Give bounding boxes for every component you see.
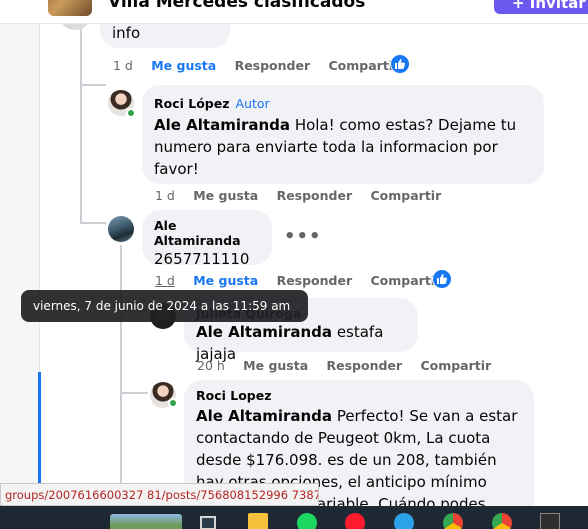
timestamp-tooltip: viernes, 7 de junio de 2024 a las 11:59 …	[21, 290, 308, 322]
comment-text: 2657711110	[154, 250, 250, 268]
share-button[interactable]: Compartir	[329, 58, 400, 73]
comment-text: Ale Altamiranda Hola! como estas? Dejame…	[154, 114, 532, 180]
spotify-icon[interactable]	[297, 513, 317, 529]
comment-actions: 1 d Me gusta Responder Compartir	[155, 273, 455, 288]
comment-author[interactable]: Ale Altamiranda	[154, 218, 260, 248]
group-name[interactable]: Villa Mercedes clasificados	[108, 0, 365, 12]
comment-text: info	[112, 24, 141, 42]
comment-time[interactable]: 1 d	[155, 273, 175, 288]
online-dot	[168, 398, 178, 408]
thread-line	[80, 24, 82, 224]
taskbar	[0, 506, 588, 529]
scroll-indicator	[38, 372, 41, 487]
thread-line	[120, 245, 122, 495]
comment-author[interactable]: Roci Lopez	[196, 388, 522, 403]
taskbar-widget-icon[interactable]	[110, 514, 182, 529]
share-button[interactable]: Compartir	[371, 273, 442, 288]
like-button[interactable]: Me gusta	[193, 273, 258, 288]
file-explorer-icon[interactable]	[248, 513, 268, 529]
invite-button[interactable]: + Invitar	[494, 0, 588, 14]
like-button[interactable]: Me gusta	[243, 358, 308, 373]
share-button[interactable]: Compartir	[420, 358, 491, 373]
comment-actions: 1 d Me gusta Responder Compartir	[155, 188, 455, 203]
author-badge: Autor	[235, 96, 270, 111]
reply-button[interactable]: Responder	[277, 273, 353, 288]
comment-actions: 1 d Me gusta Responder Compartir	[113, 58, 413, 73]
opera-icon[interactable]	[345, 513, 365, 529]
group-header: Villa Mercedes clasificados + Invitar	[0, 0, 588, 24]
terminal-icon[interactable]	[540, 513, 560, 529]
avatar[interactable]	[108, 216, 134, 242]
mention[interactable]: Ale Altamiranda	[196, 323, 332, 341]
comment-time[interactable]: 1 d	[113, 58, 133, 73]
like-button[interactable]: Me gusta	[151, 58, 216, 73]
group-cover-thumbnail[interactable]	[48, 0, 92, 16]
app-icon[interactable]	[394, 513, 414, 529]
mention[interactable]: Ale Altamiranda	[196, 407, 332, 425]
link-status-bar: groups/2007616600327 81/posts/7568081529…	[0, 483, 319, 506]
comment-bubble: Roci López Autor Ale Altamiranda Hola! co…	[142, 85, 544, 184]
thread-connector	[80, 222, 106, 224]
comment-actions: 20 h Me gusta Responder Compartir	[197, 358, 505, 373]
reply-button[interactable]: Responder	[327, 358, 403, 373]
chrome-icon[interactable]	[492, 513, 512, 529]
thread-connector	[80, 84, 106, 86]
mention[interactable]: Ale Altamiranda	[154, 116, 290, 134]
like-button[interactable]: Me gusta	[193, 188, 258, 203]
left-panel	[0, 24, 40, 484]
reply-button[interactable]: Responder	[277, 188, 353, 203]
comment-time[interactable]: 20 h	[197, 358, 225, 373]
thread-connector	[120, 392, 148, 394]
share-button[interactable]: Compartir	[371, 188, 442, 203]
comment-author[interactable]: Roci López	[154, 96, 230, 111]
online-dot	[126, 108, 136, 118]
more-icon[interactable]: •••	[284, 226, 322, 247]
comment-bubble: Ale Altamiranda 2657711110	[142, 210, 272, 268]
task-view-icon[interactable]	[200, 516, 216, 529]
like-icon[interactable]	[390, 54, 410, 74]
chrome-icon[interactable]	[443, 513, 463, 529]
comment-time[interactable]: 1 d	[155, 188, 175, 203]
like-icon[interactable]	[432, 269, 452, 289]
reply-button[interactable]: Responder	[235, 58, 311, 73]
